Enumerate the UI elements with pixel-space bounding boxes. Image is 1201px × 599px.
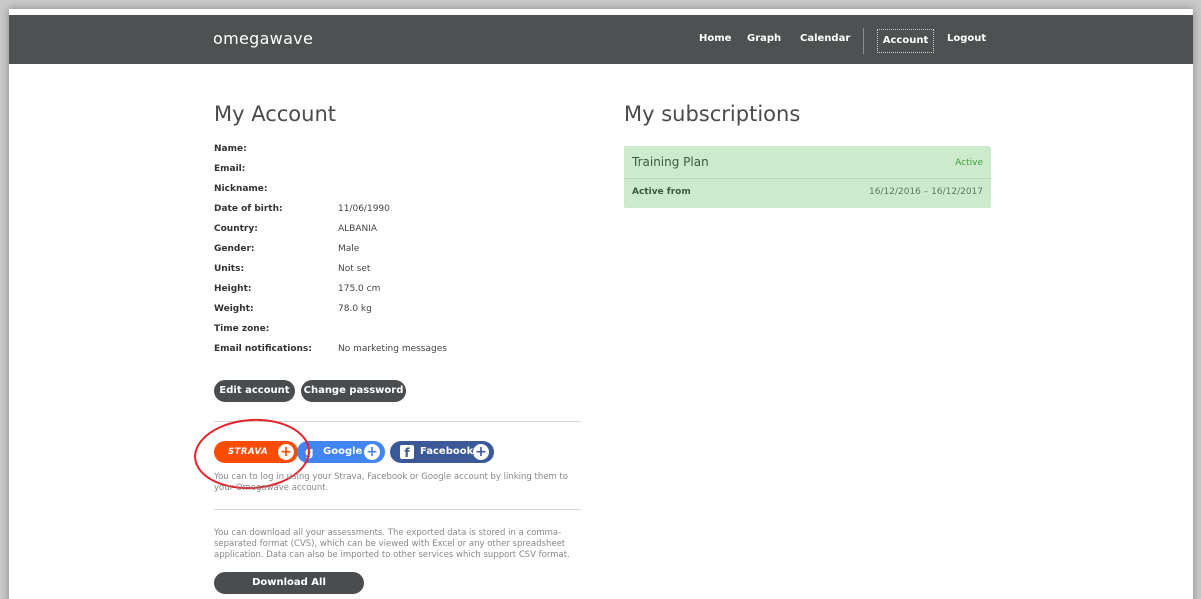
subscription-status-badge: Active — [955, 158, 983, 168]
change-password-button[interactable]: Change password — [301, 380, 406, 402]
info-value: 78.0 kg — [338, 304, 372, 314]
nav-home[interactable]: Home — [699, 33, 731, 44]
plus-icon: + — [364, 444, 380, 460]
info-value: Male — [338, 244, 360, 254]
subscription-divider — [624, 178, 991, 179]
info-label: Country: — [214, 224, 258, 234]
info-label: Nickname: — [214, 184, 268, 194]
facebook-label: Facebook — [420, 446, 474, 457]
divider — [214, 509, 581, 510]
omegawave-logo[interactable]: omegawave — [213, 29, 313, 48]
facebook-icon: f — [400, 445, 414, 460]
nav-separator — [863, 28, 864, 54]
social-login-note: You can to log in using your Strava, Fac… — [214, 472, 568, 493]
info-label: Height: — [214, 284, 252, 294]
browser-page: omegawave Home Graph Calendar Account Lo… — [9, 9, 1193, 599]
google-label: Google — [323, 446, 363, 457]
my-account-title: My Account — [214, 102, 337, 126]
info-label: Name: — [214, 144, 247, 154]
info-label: Email: — [214, 164, 246, 174]
info-value: 11/06/1990 — [338, 204, 390, 214]
my-subscriptions-title: My subscriptions — [624, 102, 801, 126]
top-navbar: omegawave Home Graph Calendar Account Lo… — [9, 15, 1193, 64]
info-label: Units: — [214, 264, 245, 274]
nav-graph[interactable]: Graph — [747, 33, 781, 44]
google-link-button[interactable]: g Google + — [297, 441, 385, 463]
info-label: Weight: — [214, 304, 254, 314]
nav-logout[interactable]: Logout — [947, 33, 986, 44]
info-label: Email notifications: — [214, 344, 312, 354]
info-value: No marketing messages — [338, 344, 447, 354]
info-value: Not set — [338, 264, 371, 274]
nav-calendar[interactable]: Calendar — [800, 33, 850, 44]
subscription-from-label: Active from — [632, 187, 691, 197]
nav-account[interactable]: Account — [877, 29, 934, 53]
export-note: You can download all your assessments. T… — [214, 528, 570, 560]
subscription-plan-name: Training Plan — [632, 155, 709, 169]
info-label: Time zone: — [214, 324, 270, 334]
info-value: 175.0 cm — [338, 284, 381, 294]
facebook-link-button[interactable]: f Facebook + — [390, 441, 494, 463]
subscription-card: Training Plan Active Active from 16/12/2… — [624, 146, 991, 208]
info-label: Gender: — [214, 244, 255, 254]
plus-icon: + — [473, 444, 489, 460]
info-value: ALBANIA — [338, 224, 378, 234]
info-label: Date of birth: — [214, 204, 283, 214]
subscription-dates: 16/12/2016 – 16/12/2017 — [869, 187, 983, 197]
download-assessments-button[interactable]: Download All Assessments — [214, 572, 364, 594]
edit-account-button[interactable]: Edit account — [214, 380, 295, 402]
